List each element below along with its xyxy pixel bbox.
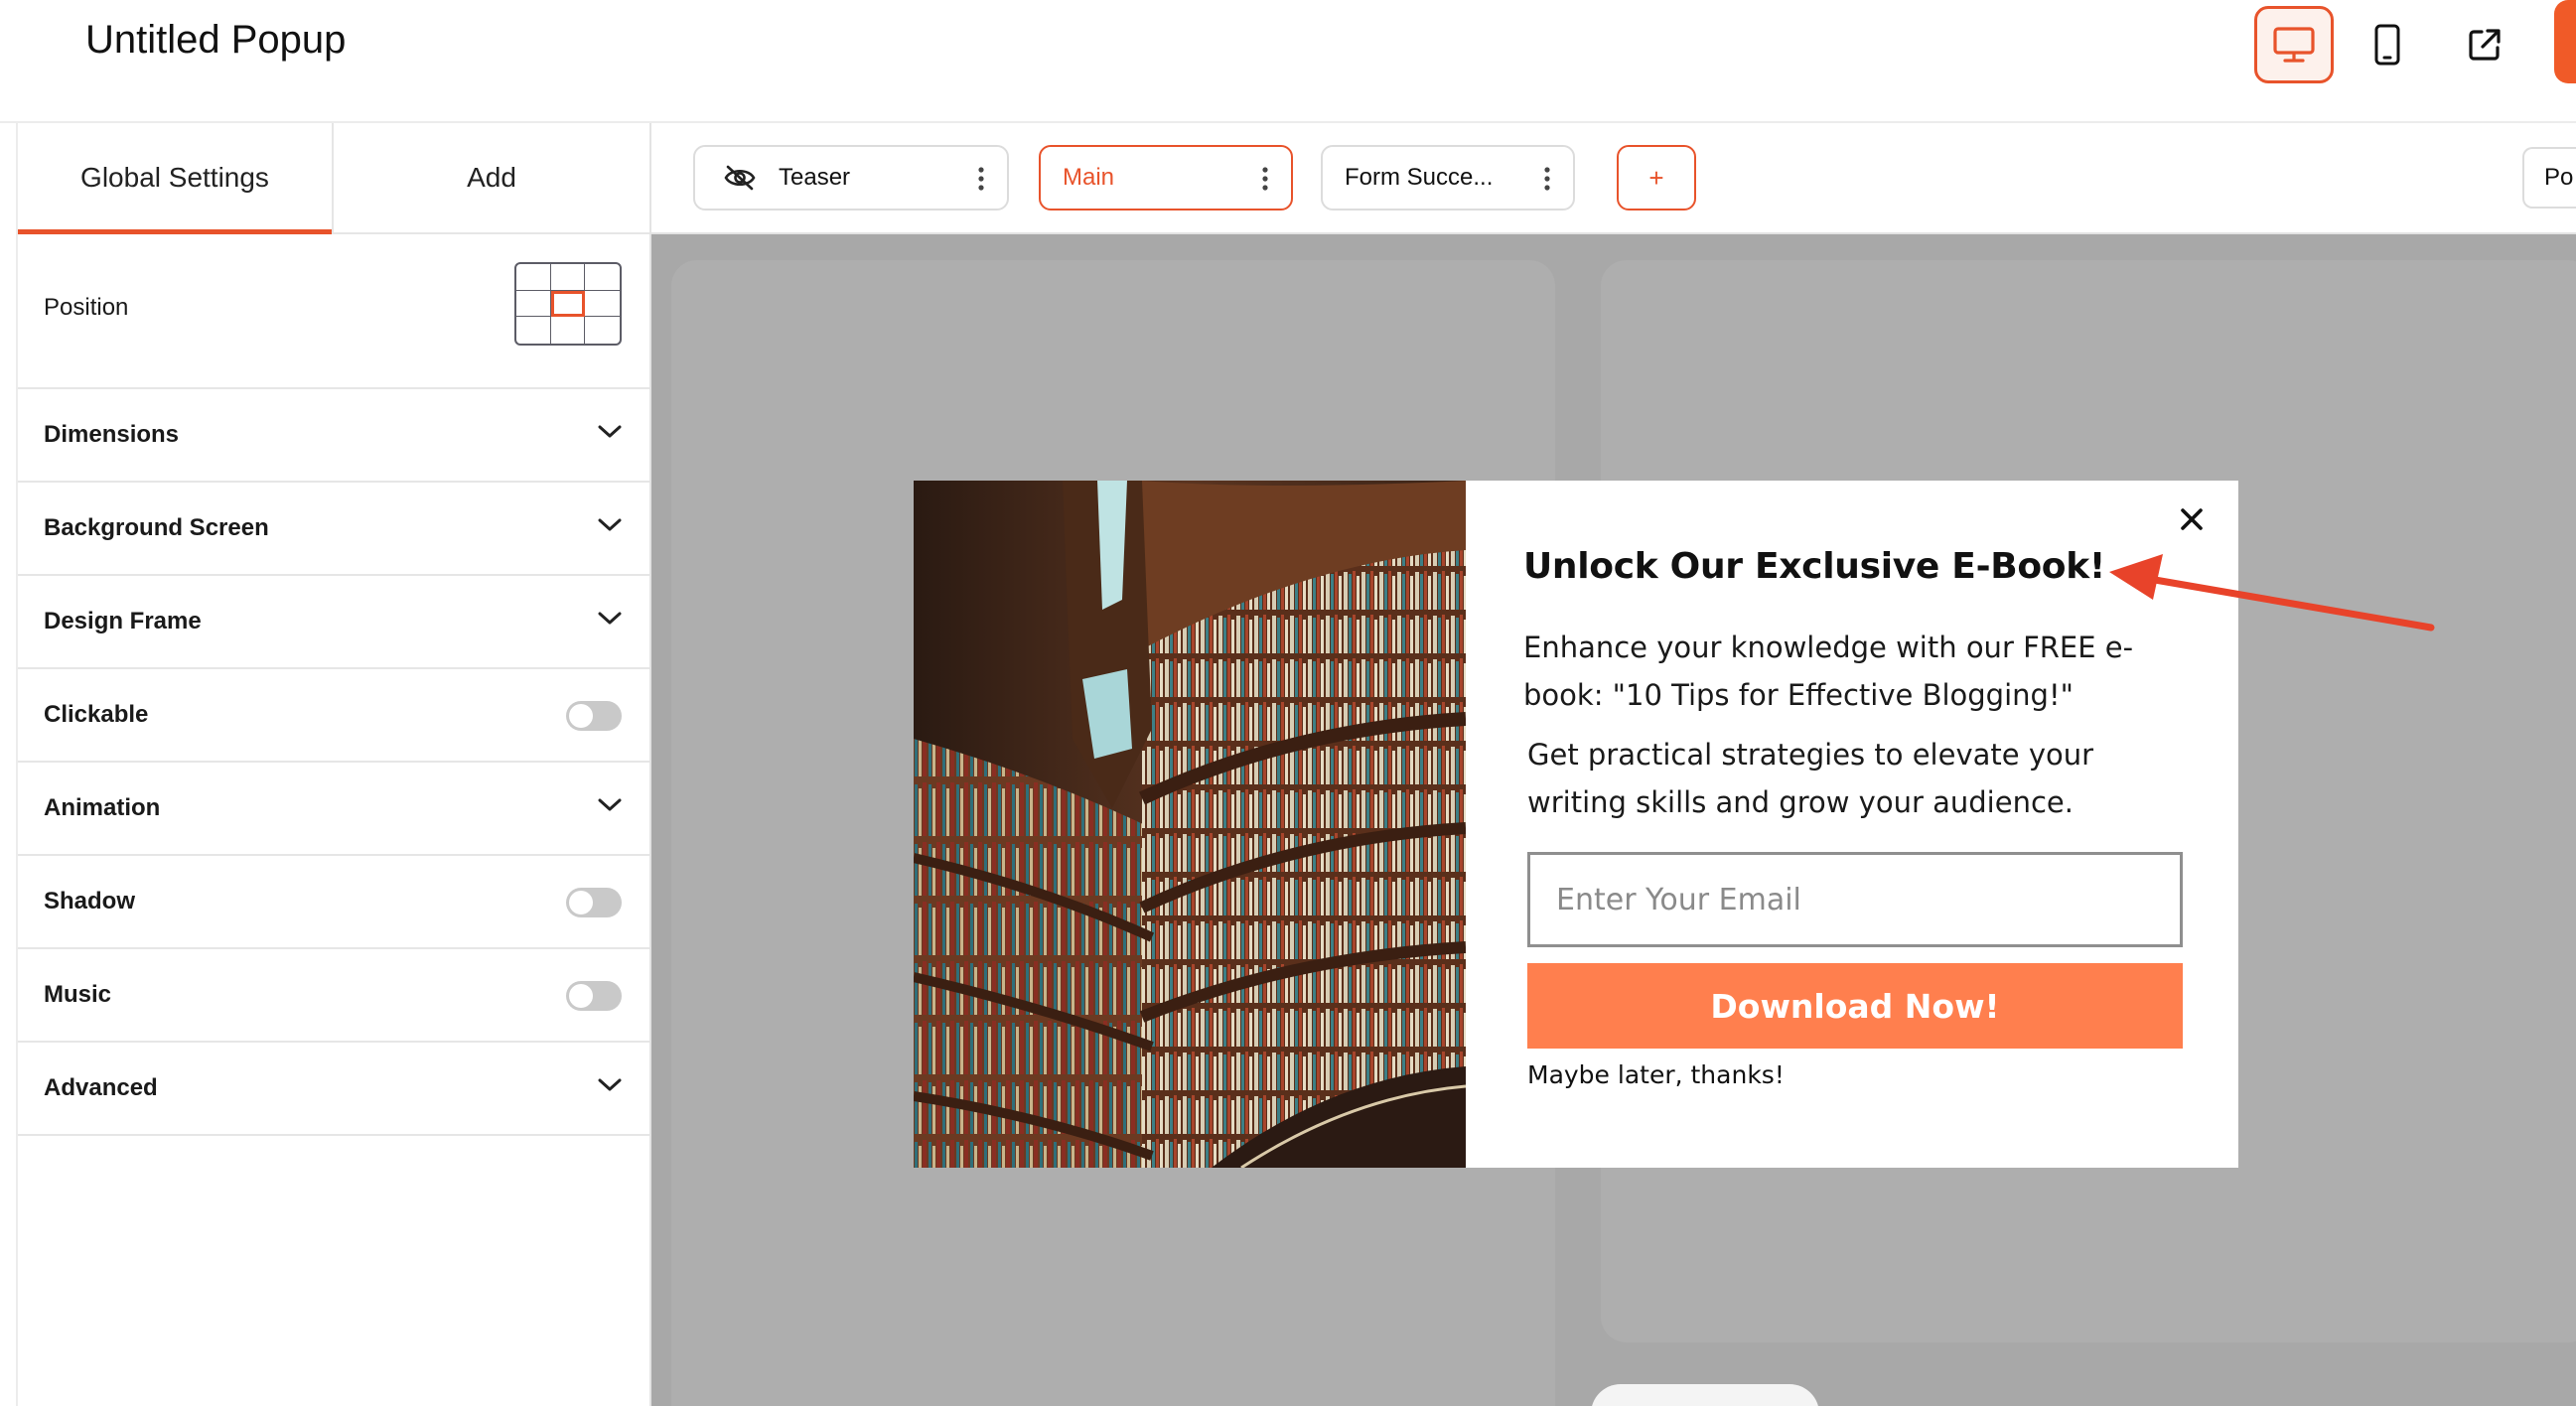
tab-add[interactable]: Add (334, 123, 649, 232)
library-image-art (914, 481, 1466, 1168)
shadow-toggle[interactable] (566, 888, 622, 917)
step-teaser-label: Teaser (779, 164, 851, 191)
dimensions-label: Dimensions (44, 421, 180, 448)
clickable-row: Clickable (18, 669, 649, 763)
dismiss-link[interactable]: Maybe later, thanks! (1527, 1060, 1785, 1089)
sidebar-tabs: Global Settings Add (18, 123, 649, 234)
top-header: Untitled Popup (0, 0, 2576, 123)
music-toggle[interactable] (566, 981, 622, 1011)
step-main[interactable]: Main (1039, 145, 1293, 211)
position-cell-bottom-right[interactable] (585, 317, 620, 344)
position-grid (514, 262, 622, 346)
advanced-row[interactable]: Advanced (18, 1043, 649, 1136)
position-cell-top-center[interactable] (550, 264, 586, 291)
tab-global-settings[interactable]: Global Settings (18, 123, 334, 234)
chevron-down-icon (598, 798, 622, 811)
toggle-knob (569, 704, 593, 728)
eye-off-icon (724, 165, 756, 191)
add-step-button[interactable]: + (1617, 145, 1696, 211)
dimensions-row[interactable]: Dimensions (18, 389, 649, 483)
chevron-down-icon (598, 425, 622, 438)
popup-description: Enhance your knowledge with our FREE e-b… (1523, 631, 2134, 712)
background-pill (1591, 1384, 1819, 1406)
shadow-row: Shadow (18, 856, 649, 949)
clickable-label: Clickable (44, 701, 149, 728)
email-field[interactable] (1527, 852, 2183, 947)
position-label: Position (44, 294, 129, 321)
music-label: Music (44, 981, 112, 1008)
step-form-success-label: Form Succe... (1345, 164, 1494, 191)
popup-preview[interactable]: Unlock Our Exclusive E-Book! Enhance you… (914, 481, 2238, 1168)
page-title: Untitled Popup (85, 18, 347, 62)
position-cell-top-right[interactable] (585, 264, 620, 291)
animation-row[interactable]: Animation (18, 763, 649, 856)
publish-button-edge[interactable] (2554, 0, 2576, 83)
position-cell-center[interactable] (550, 290, 586, 318)
download-button[interactable]: Download Now! (1527, 963, 2183, 1049)
animation-label: Animation (44, 794, 161, 821)
preview-external-button[interactable] (2445, 6, 2524, 83)
external-link-icon (2469, 29, 2501, 61)
position-cell-middle-left[interactable] (516, 290, 551, 318)
background-screen-row[interactable]: Background Screen (18, 483, 649, 576)
position-cell-bottom-center[interactable] (551, 317, 586, 344)
toggle-knob (569, 984, 593, 1008)
step-bar: Teaser Main Form Succe... + Po (651, 123, 2576, 234)
popup-content: Unlock Our Exclusive E-Book! Enhance you… (1466, 481, 2238, 1168)
music-row: Music (18, 949, 649, 1043)
chevron-down-icon (598, 612, 622, 625)
library-image (914, 481, 1466, 1168)
more-vertical-icon[interactable] (1543, 165, 1551, 193)
background-screen-label: Background Screen (44, 514, 269, 541)
popup-settings-button[interactable]: Po (2522, 147, 2576, 209)
step-main-label: Main (1063, 164, 1115, 191)
position-cell-middle-right[interactable] (585, 291, 620, 318)
position-cell-bottom-left[interactable] (516, 317, 551, 344)
desktop-icon (2273, 27, 2315, 63)
chevron-down-icon (598, 518, 622, 531)
shadow-label: Shadow (44, 888, 136, 914)
more-vertical-icon[interactable] (977, 165, 985, 193)
clickable-toggle[interactable] (566, 701, 622, 731)
more-vertical-icon[interactable] (1261, 165, 1269, 193)
position-cell-top-left[interactable] (516, 264, 551, 291)
editor-canvas: Unlock Our Exclusive E-Book! Enhance you… (651, 234, 2576, 1406)
chevron-down-icon (598, 1078, 622, 1091)
close-icon[interactable] (2179, 506, 2205, 532)
step-teaser[interactable]: Teaser (693, 145, 1009, 211)
desktop-view-button[interactable] (2254, 6, 2334, 83)
advanced-label: Advanced (44, 1074, 158, 1101)
settings-sidebar: Global Settings Add Position Dimensions … (16, 123, 651, 1406)
position-row: Position (18, 234, 649, 389)
toggle-knob (569, 891, 593, 914)
design-frame-row[interactable]: Design Frame (18, 576, 649, 669)
design-frame-label: Design Frame (44, 608, 202, 634)
step-form-success[interactable]: Form Succe... (1321, 145, 1575, 211)
popup-subdescription: Get practical strategies to elevate your… (1527, 738, 2094, 819)
mobile-icon (2374, 24, 2400, 66)
popup-title: Unlock Our Exclusive E-Book! (1523, 546, 2105, 587)
mobile-view-button[interactable] (2348, 6, 2427, 83)
